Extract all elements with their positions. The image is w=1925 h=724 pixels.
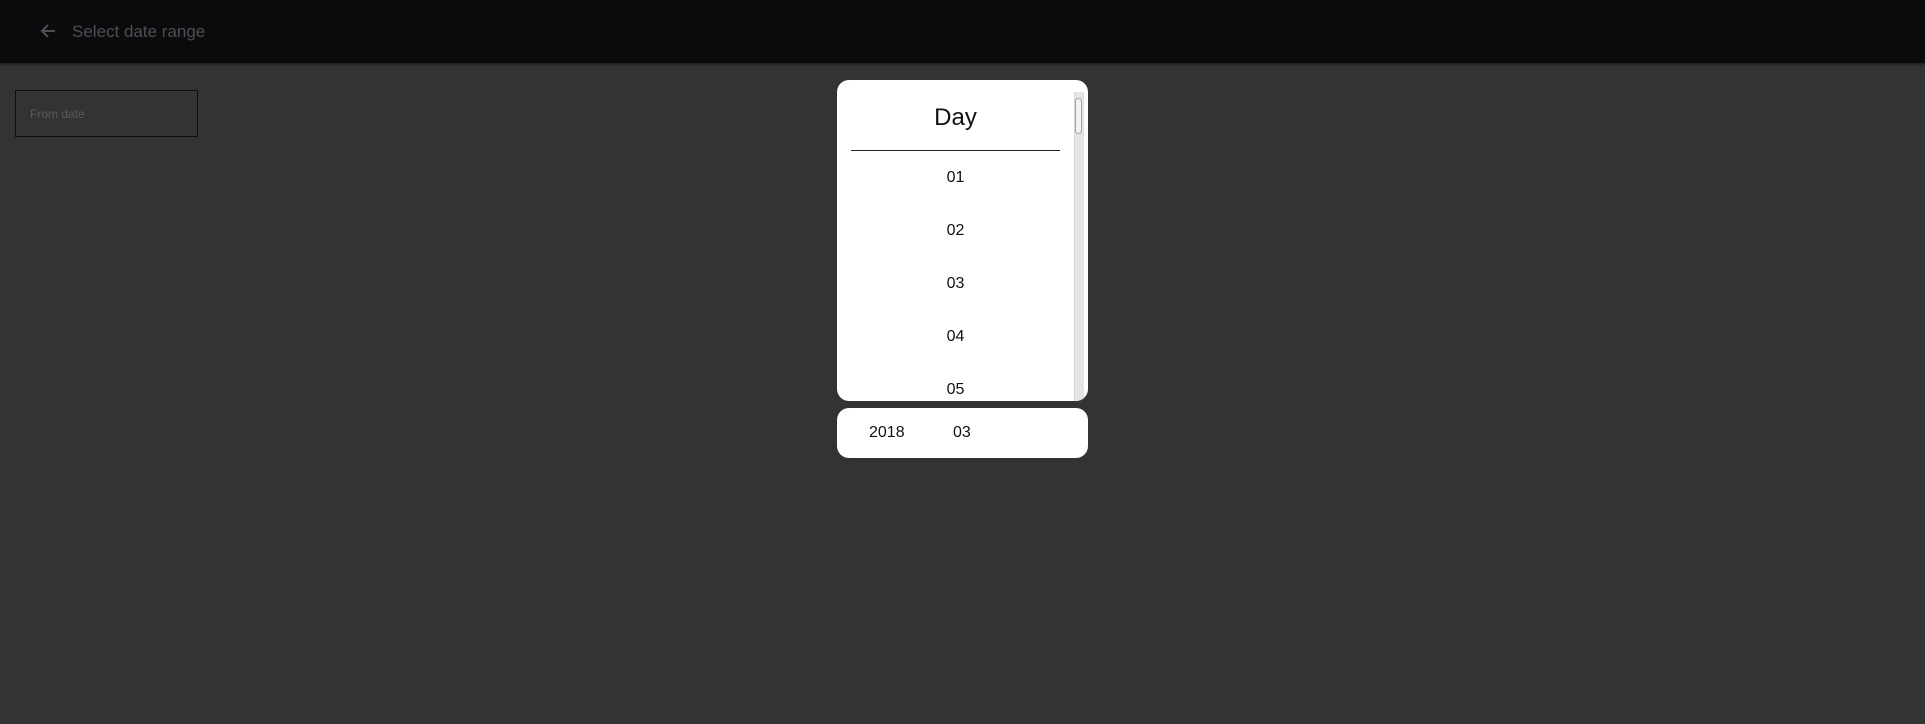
day-option[interactable]: 01: [837, 151, 1074, 204]
day-list[interactable]: Day 01 02 03 04 05: [837, 92, 1074, 401]
day-option[interactable]: 03: [837, 257, 1074, 310]
day-option[interactable]: 02: [837, 204, 1074, 257]
year-value[interactable]: 2018: [869, 424, 905, 442]
day-option[interactable]: 05: [837, 363, 1074, 401]
back-button[interactable]: [34, 17, 62, 45]
from-date-field[interactable]: [15, 90, 198, 137]
day-list-scrollbar[interactable]: [1074, 92, 1084, 401]
top-app-bar: Select date range: [0, 0, 1925, 63]
day-picker-title: Day: [851, 92, 1060, 151]
arrow-left-icon: [40, 24, 55, 38]
day-list-scrollbar-thumb[interactable]: [1075, 98, 1082, 134]
day-picker-panel: Day 01 02 03 04 05: [837, 80, 1088, 401]
month-value[interactable]: 03: [953, 424, 971, 442]
selected-date-strip: 2018 03: [837, 408, 1088, 458]
page-title: Select date range: [72, 22, 206, 41]
day-option[interactable]: 04: [837, 310, 1074, 363]
